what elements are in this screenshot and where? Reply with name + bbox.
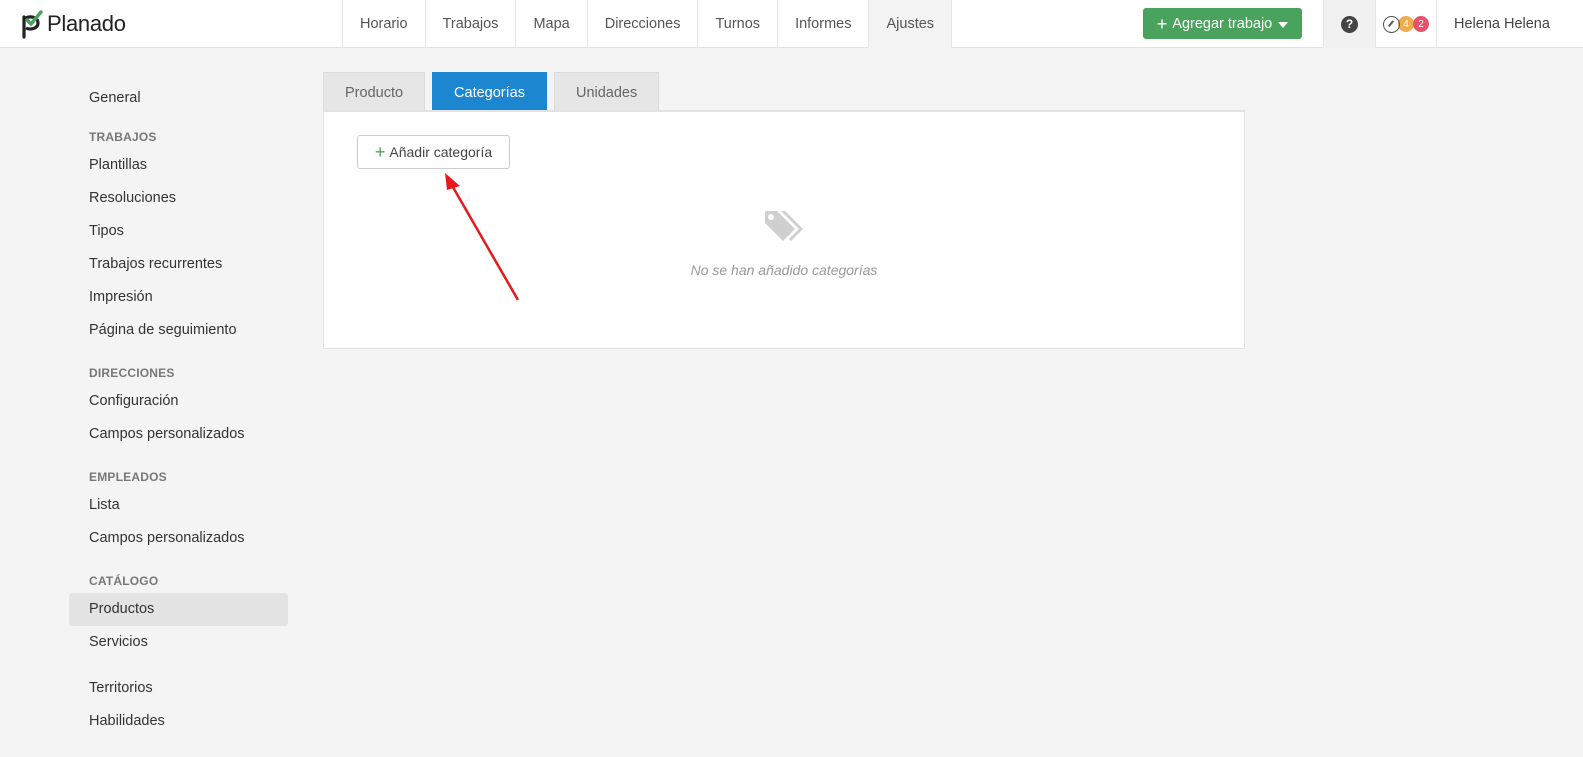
add-job-label: Agregar trabajo	[1172, 15, 1273, 32]
orange-count-badge: 4	[1398, 16, 1414, 32]
nav-ajustes[interactable]: Ajustes	[868, 0, 953, 48]
user-menu[interactable]: Helena Helena	[1454, 0, 1550, 48]
sidebar-heading-direcciones: DIRECCIONES	[89, 366, 175, 380]
sidebar-item-trabajos-recurrentes[interactable]: Trabajos recurrentes	[69, 248, 288, 281]
help-button[interactable]: ?	[1323, 0, 1375, 48]
planado-logo[interactable]: Planado	[20, 9, 126, 39]
tags-icon	[765, 211, 803, 241]
planado-logo-icon	[22, 10, 43, 39]
add-category-label: Añadir categoría	[389, 144, 493, 160]
sidebar-heading-trabajos: TRABAJOS	[89, 130, 157, 144]
plus-icon: +	[374, 142, 386, 162]
tab-categorias[interactable]: Categorías	[432, 72, 547, 112]
help-icon: ?	[1341, 15, 1358, 33]
sidebar-heading-catalogo: CATÁLOGO	[89, 574, 159, 588]
sidebar-item-pagina-seguimiento[interactable]: Página de seguimiento	[69, 314, 288, 347]
nav-direcciones[interactable]: Direcciones	[586, 0, 698, 48]
sidebar-heading-empleados: EMPLEADOS	[89, 470, 167, 484]
sidebar-item-servicios[interactable]: Servicios	[69, 626, 288, 659]
tab-unidades[interactable]: Unidades	[553, 72, 660, 112]
red-count-badge: 2	[1413, 16, 1429, 32]
tab-producto[interactable]: Producto	[323, 72, 426, 112]
sidebar-item-plantillas[interactable]: Plantillas	[69, 149, 288, 182]
top-bar: Planado Horario Trabajos Mapa Direccione…	[0, 0, 1583, 48]
gauge-icon	[1383, 15, 1400, 33]
catalog-tabs: Producto Categorías Unidades	[323, 72, 666, 112]
nav-informes[interactable]: Informes	[777, 0, 868, 48]
sidebar-item-productos[interactable]: Productos	[69, 593, 288, 626]
sidebar-item-lista[interactable]: Lista	[69, 489, 288, 522]
nav-turnos[interactable]: Turnos	[697, 0, 777, 48]
sidebar-item-territorios[interactable]: Territorios	[69, 672, 288, 705]
caret-down-icon	[1278, 22, 1289, 28]
categories-panel: + Añadir categoría No se han añadido cat…	[323, 112, 1245, 349]
nav-mapa[interactable]: Mapa	[515, 0, 586, 48]
main-nav: Horario Trabajos Mapa Direcciones Turnos…	[342, 0, 953, 48]
empty-state-message: No se han añadido categorías	[690, 262, 878, 278]
nav-trabajos[interactable]: Trabajos	[424, 0, 516, 48]
settings-sidebar: General TRABAJOS Plantillas Resoluciones…	[69, 82, 288, 738]
add-job-button[interactable]: + Agregar trabajo	[1143, 8, 1302, 39]
sidebar-item-direcciones-campos[interactable]: Campos personalizados	[69, 418, 288, 451]
sidebar-item-habilidades[interactable]: Habilidades	[69, 705, 288, 738]
notifications-button[interactable]: 4 2	[1375, 0, 1437, 48]
add-category-button[interactable]: + Añadir categoría	[357, 135, 510, 169]
sidebar-item-resoluciones[interactable]: Resoluciones	[69, 182, 288, 215]
nav-horario[interactable]: Horario	[342, 0, 425, 48]
sidebar-item-tipos[interactable]: Tipos	[69, 215, 288, 248]
sidebar-item-impresion[interactable]: Impresión	[69, 281, 288, 314]
sidebar-item-general[interactable]: General	[69, 82, 288, 115]
logo-text: Planado	[47, 11, 126, 36]
sidebar-item-configuracion[interactable]: Configuración	[69, 385, 288, 418]
sidebar-item-empleados-campos[interactable]: Campos personalizados	[69, 522, 288, 555]
plus-icon: +	[1156, 13, 1168, 34]
